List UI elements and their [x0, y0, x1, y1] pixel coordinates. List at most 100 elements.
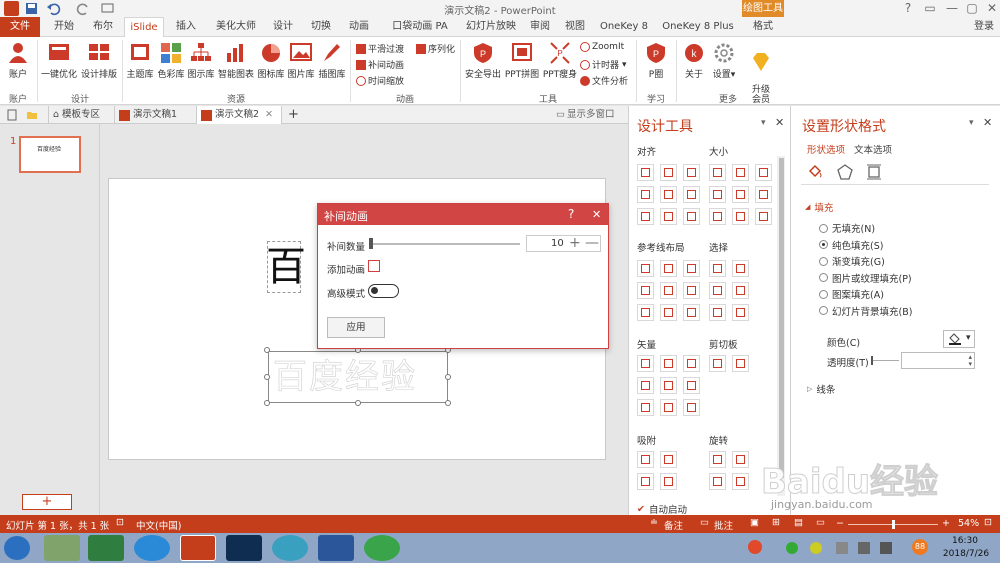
line-section-header[interactable]: ▷ 线条	[807, 382, 835, 396]
tab-home[interactable]: 开始	[46, 17, 82, 37]
vector-tool-button[interactable]	[660, 355, 677, 372]
close-panel-button[interactable]: ✕	[775, 116, 784, 129]
tab-view[interactable]: 视图	[560, 17, 590, 37]
resize-handle[interactable]	[264, 374, 270, 380]
select-tool-button[interactable]	[732, 282, 749, 299]
notes-button[interactable]: 备注	[664, 518, 683, 532]
tab-animations[interactable]: 动画	[342, 17, 376, 37]
guide-tool-button[interactable]	[683, 260, 700, 277]
time-scale-button[interactable]: 时间缩放	[356, 74, 404, 87]
resize-handle[interactable]	[355, 400, 361, 406]
tab-file[interactable]: 文件	[0, 17, 40, 37]
clipboard-tool-button[interactable]	[709, 355, 726, 372]
icon-library-button[interactable]: 图标库	[256, 41, 286, 80]
settings-button[interactable]: 设置▾	[710, 41, 738, 80]
fill-bucket-icon[interactable]	[807, 164, 823, 180]
account-button[interactable]: 账户	[4, 41, 32, 80]
select-tool-button[interactable]	[709, 282, 726, 299]
advanced-mode-toggle[interactable]	[368, 284, 399, 298]
taskbar-photoshop-icon[interactable]	[226, 535, 262, 561]
redo-icon[interactable]	[76, 1, 91, 16]
align-tool-button[interactable]	[637, 164, 654, 181]
save-icon[interactable]	[24, 1, 39, 16]
slide-thumbnail[interactable]: 百度经验	[19, 136, 81, 173]
align-tool-button[interactable]	[637, 186, 654, 203]
add-animation-checkbox[interactable]	[368, 260, 380, 272]
diagram-library-button[interactable]: 图示库	[186, 41, 216, 80]
guide-tool-button[interactable]	[660, 304, 677, 321]
transparency-slider-track[interactable]	[873, 360, 899, 361]
apply-button[interactable]: 应用	[327, 317, 385, 338]
select-tool-button[interactable]	[732, 260, 749, 277]
count-stepper[interactable]: 10 + —	[526, 235, 601, 252]
ppt-slim-button[interactable]: P PPT瘦身	[542, 41, 578, 80]
align-tool-button[interactable]	[660, 164, 677, 181]
tab-islide[interactable]: iSlide	[124, 17, 164, 38]
align-tool-button[interactable]	[637, 208, 654, 225]
slideshow-icon[interactable]: ▭	[816, 517, 825, 528]
select-tool-button[interactable]	[732, 304, 749, 321]
maximize-button[interactable]: ▢	[962, 0, 982, 17]
tab-shape-options[interactable]: 形状选项	[807, 142, 845, 156]
tray-volume-icon[interactable]	[858, 542, 870, 554]
spin-down-icon[interactable]: ▾	[968, 360, 972, 368]
size-tool-button[interactable]	[709, 208, 726, 225]
size-tool-button[interactable]	[732, 208, 749, 225]
fill-option-radio[interactable]: 图片或纹理填充(P)	[819, 271, 912, 285]
guide-tool-button[interactable]	[660, 282, 677, 299]
tab-boolean[interactable]: 布尔	[86, 17, 120, 37]
resize-handle[interactable]	[445, 400, 451, 406]
timer-button[interactable]: 计时器 ▾	[580, 58, 627, 71]
guide-tool-button[interactable]	[683, 304, 700, 321]
fill-option-radio[interactable]: 图案填充(A)	[819, 287, 884, 301]
dialog-help-button[interactable]: ?	[568, 207, 574, 221]
count-slider-thumb[interactable]	[369, 238, 373, 249]
tab-review[interactable]: 审阅	[524, 17, 556, 37]
language-status[interactable]: 中文(中国)	[136, 518, 181, 532]
guide-tool-button[interactable]	[637, 260, 654, 277]
tab-transitions[interactable]: 切换	[304, 17, 338, 37]
comments-button[interactable]: 批注	[714, 518, 733, 532]
snap-tool-button[interactable]	[637, 451, 654, 468]
ppt-puzzle-button[interactable]: PPT拼图	[504, 41, 540, 80]
slide-sorter-icon[interactable]: ⊞	[772, 517, 780, 528]
resize-handle[interactable]	[264, 400, 270, 406]
taskbar-sogou-icon[interactable]	[134, 535, 170, 561]
pentagon-effects-icon[interactable]	[837, 164, 853, 180]
resize-handle[interactable]	[264, 347, 270, 353]
guide-tool-button[interactable]	[660, 260, 677, 277]
transparency-input[interactable]: ▴ ▾	[901, 352, 975, 369]
size-tool-button[interactable]	[755, 208, 772, 225]
vector-tool-button[interactable]	[637, 355, 654, 372]
p-circle-button[interactable]: P P圈	[642, 41, 670, 80]
illustration-library-button[interactable]: 插图库	[316, 41, 348, 80]
align-tool-button[interactable]	[660, 186, 677, 203]
guide-tool-button[interactable]	[683, 282, 700, 299]
clipboard-tool-button[interactable]	[732, 355, 749, 372]
taskbar-app-games-icon[interactable]	[44, 535, 80, 561]
fill-option-radio[interactable]: 幻灯片背景填充(B)	[819, 304, 912, 318]
add-tab-button[interactable]: +	[284, 106, 300, 124]
tray-app-icon[interactable]	[786, 542, 798, 554]
serialize-button[interactable]: 序列化	[416, 42, 455, 55]
taskbar-word-icon[interactable]	[318, 535, 354, 561]
proofing-icon[interactable]: ⊡	[116, 517, 124, 528]
one-click-optimize-button[interactable]: 一键优化	[40, 41, 78, 80]
rotate-tool-button[interactable]	[709, 473, 726, 490]
help-button[interactable]: ?	[898, 0, 918, 17]
fit-window-icon[interactable]: ⊡	[984, 517, 992, 528]
snap-tool-button[interactable]	[660, 473, 677, 490]
tab-onekey8plus[interactable]: OneKey 8 Plus	[658, 17, 738, 37]
outline-text-shape[interactable]: 百度经验	[268, 351, 448, 403]
select-tool-button[interactable]	[709, 260, 726, 277]
vector-tool-button[interactable]	[683, 355, 700, 372]
tray-battery-icon[interactable]	[880, 542, 892, 554]
ribbon-display-button[interactable]: ▭	[920, 0, 940, 17]
login-link[interactable]: 登录	[974, 17, 994, 37]
fill-option-radio[interactable]: 纯色填充(S)	[819, 238, 883, 252]
size-properties-icon[interactable]	[866, 164, 882, 180]
dialog-close-button[interactable]: ✕	[592, 208, 601, 221]
taskbar-excel-icon[interactable]	[88, 535, 124, 561]
taskbar-browser-icon[interactable]	[364, 535, 400, 561]
tray-badge[interactable]: 88	[912, 539, 928, 555]
